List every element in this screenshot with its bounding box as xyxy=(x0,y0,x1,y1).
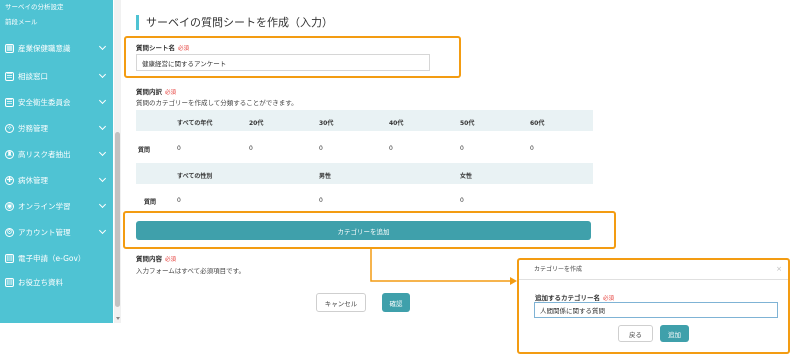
category-name-label: 追加するカテゴリー名 必須 xyxy=(535,294,615,302)
category-name-input[interactable]: 人間関係に関する質問 xyxy=(534,302,778,318)
add-button[interactable]: 追加 xyxy=(660,325,689,342)
back-button[interactable]: 戻る xyxy=(618,325,653,342)
modal-title: カテゴリーを作成 xyxy=(519,260,788,280)
close-icon[interactable]: × xyxy=(776,265,782,273)
create-category-modal: カテゴリーを作成 × 追加するカテゴリー名 必須 人間関係に関する質問 戻る 追加 xyxy=(517,258,790,354)
